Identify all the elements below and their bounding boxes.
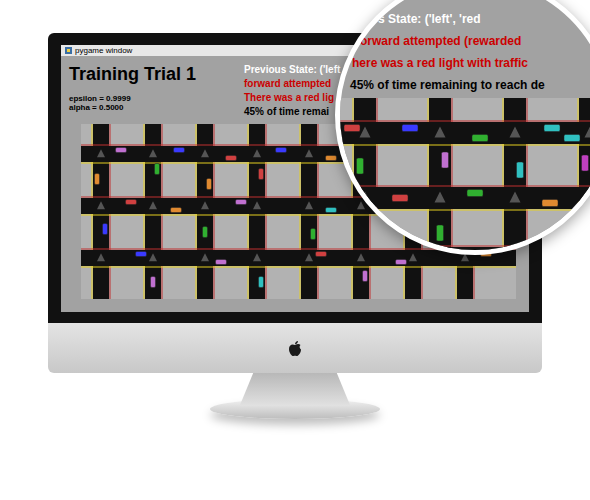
magnified-status-line: 45% of time remaining to reach de xyxy=(340,74,590,96)
car xyxy=(392,195,408,202)
car xyxy=(542,200,558,207)
imac-chin xyxy=(48,323,542,373)
car xyxy=(517,162,524,178)
car xyxy=(95,174,100,185)
pygame-icon xyxy=(65,47,72,54)
params: epsilon = 0.9999alpha = 0.5000 xyxy=(69,94,236,112)
car xyxy=(396,260,407,265)
car xyxy=(116,148,127,153)
car xyxy=(216,260,227,265)
car xyxy=(442,152,449,168)
car xyxy=(437,225,444,241)
car xyxy=(367,230,374,246)
magnified-status-line: s State: ('left', 'red xyxy=(340,8,590,30)
window-title: pygame window xyxy=(75,45,132,56)
param: epsilon = 0.9999 xyxy=(69,94,236,103)
car xyxy=(467,190,483,197)
car xyxy=(472,135,488,142)
car xyxy=(259,277,264,288)
car xyxy=(326,156,337,161)
apple-logo-icon xyxy=(288,340,302,357)
car xyxy=(203,227,208,238)
car xyxy=(126,200,137,205)
car xyxy=(326,208,337,213)
car xyxy=(316,252,327,257)
car xyxy=(236,200,247,205)
car xyxy=(344,125,360,132)
car xyxy=(276,148,287,153)
param: alpha = 0.5000 xyxy=(69,103,236,112)
car xyxy=(174,148,185,153)
car xyxy=(582,155,589,171)
magnified-status-line: forward attempted (rewarded xyxy=(340,30,590,52)
imac-neck xyxy=(240,373,350,405)
car xyxy=(171,208,182,213)
car xyxy=(103,224,108,235)
car xyxy=(544,125,560,132)
trial-title: Training Trial 1 xyxy=(69,64,236,84)
page: pygame window Training Trial 1 epsilon = 0… xyxy=(0,0,590,500)
car xyxy=(151,277,156,288)
car xyxy=(207,179,212,190)
car xyxy=(564,135,580,142)
car xyxy=(357,158,364,174)
car xyxy=(136,252,147,257)
car xyxy=(402,125,418,132)
car xyxy=(311,229,316,240)
magnified-status-line: here was a red light with traffic xyxy=(340,52,590,74)
car xyxy=(155,164,160,175)
car xyxy=(259,169,264,180)
car xyxy=(363,271,368,282)
trial-panel: Training Trial 1 epsilon = 0.9999alpha = … xyxy=(61,56,236,124)
car xyxy=(226,156,237,161)
